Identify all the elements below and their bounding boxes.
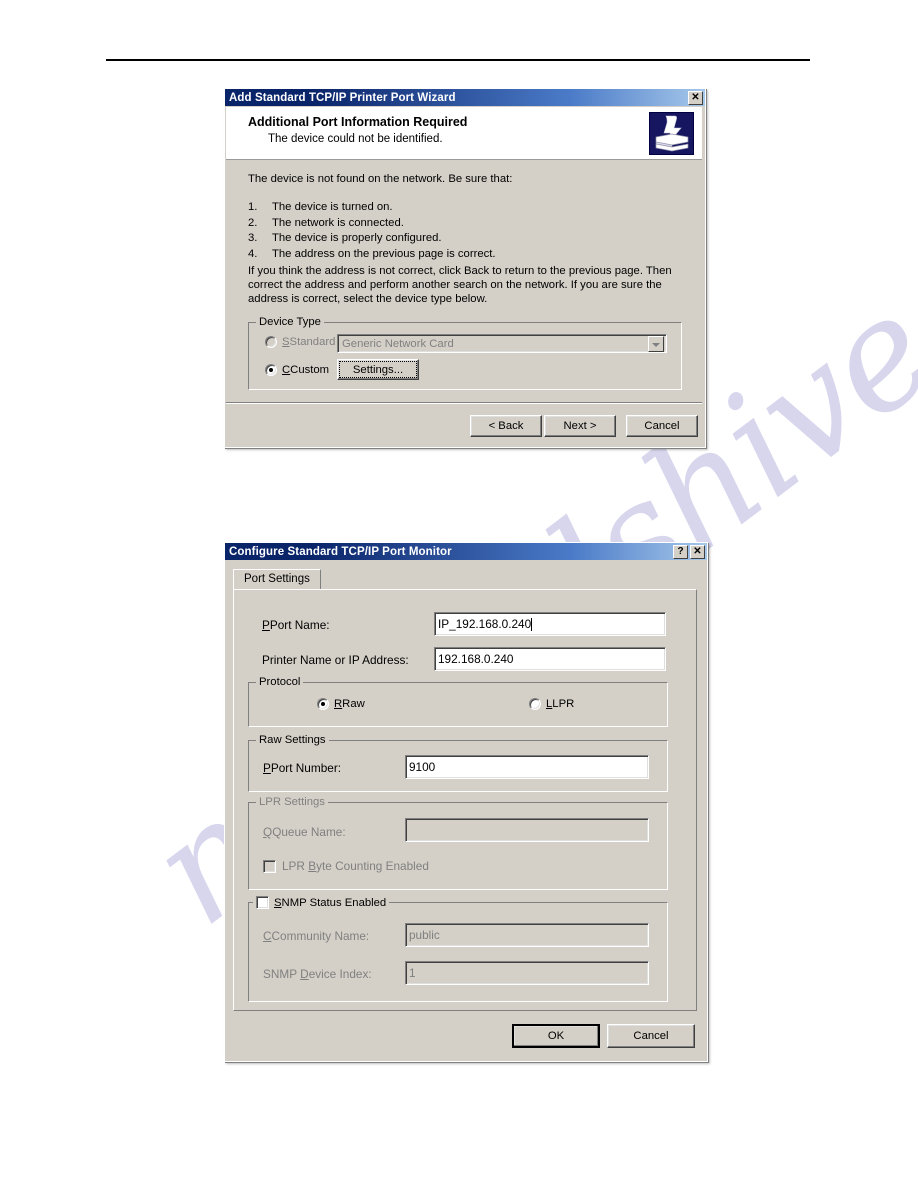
protocol-group: Protocol RRaw LLPR — [248, 676, 668, 727]
radio-lpr[interactable]: LLPR — [529, 698, 574, 710]
page-header-rule — [106, 59, 810, 61]
tabstrip: Port Settings — [233, 569, 697, 590]
tab-page-port-settings: PPort Name: IP_192.168.0.240 Printer Nam… — [233, 589, 697, 1011]
list-item: 1. The device is turned on. — [248, 200, 678, 216]
list-item-label: The network is connected. — [272, 216, 404, 229]
radio-standard-label: SStandard — [282, 336, 336, 348]
list-item-number: 1. — [248, 201, 258, 213]
standard-device-combo[interactable]: Generic Network Card — [337, 334, 667, 353]
device-type-legend: Device Type — [256, 316, 324, 328]
radio-raw-label: RRaw — [334, 698, 365, 710]
list-item-number: 4. — [248, 247, 258, 260]
printer-name-label-text: Printer Name or IP Address: — [262, 653, 409, 667]
lpr-settings-group: LPR Settings QQueue Name: LPR Byte Count… — [248, 796, 668, 890]
radio-custom[interactable]: CCustom — [265, 364, 329, 376]
port-number-input[interactable]: 9100 — [405, 755, 649, 779]
snmp-status-enabled-checkbox[interactable]: SNMP Status Enabled — [253, 896, 390, 909]
printer-name-value: 192.168.0.240 — [438, 652, 514, 666]
port-number-label: PPort Number: — [263, 761, 342, 775]
wizard-title: Add Standard TCP/IP Printer Port Wizard — [229, 91, 456, 104]
radio-raw-label-text: Raw — [342, 698, 365, 710]
wizard-checklist: 1. The device is turned on. 2. The netwo… — [248, 200, 678, 262]
printer-icon — [649, 112, 694, 155]
next-button[interactable]: Next > — [544, 415, 616, 437]
list-item-label: The address on the previous page is corr… — [272, 247, 496, 260]
queue-name-input — [405, 818, 649, 842]
list-item: 4. The address on the previous page is c… — [248, 247, 678, 263]
radio-custom-dot — [265, 364, 277, 376]
radio-custom-label: CCustom — [282, 364, 330, 376]
ok-button[interactable]: OK — [512, 1024, 600, 1048]
wizard-footer: < Back Next > Cancel — [226, 402, 702, 446]
close-icon[interactable]: ✕ — [688, 90, 703, 105]
queue-name-label: QQueue Name: — [263, 825, 346, 839]
community-name-label: CCommunity Name: — [263, 929, 370, 943]
chevron-down-icon[interactable] — [648, 335, 664, 352]
list-item-label: The device is properly configured. — [272, 232, 442, 244]
snmp-status-enabled-box — [256, 896, 269, 909]
wizard-intro-text: The device is not found on the network. … — [248, 173, 513, 185]
radio-custom-label-text: Custom — [290, 364, 330, 376]
list-item-number: 3. — [248, 232, 258, 244]
radio-lpr-dot — [529, 698, 541, 710]
radio-standard-dot — [265, 336, 277, 348]
lpr-byte-counting-checkbox: LPR Byte Counting Enabled — [263, 859, 429, 873]
port-name-value: IP_192.168.0.240 — [438, 617, 532, 631]
radio-raw[interactable]: RRaw — [317, 698, 365, 710]
snmp-device-index-input: 1 — [405, 961, 649, 985]
community-name-value: public — [409, 928, 440, 942]
help-icon[interactable]: ? — [673, 544, 688, 559]
lpr-settings-legend: LPR Settings — [256, 796, 328, 808]
list-item: 3. The device is properly configured. — [248, 231, 678, 247]
wizard-heading: Additional Port Information Required — [248, 115, 468, 129]
cancel-button[interactable]: Cancel — [607, 1024, 695, 1048]
wizard-subheading: The device could not be identified. — [268, 133, 443, 145]
snmp-group: SNMP Status Enabled CCommunity Name: pub… — [248, 896, 668, 1002]
standard-device-combo-value: Generic Network Card — [342, 337, 454, 350]
add-tcpip-printer-port-wizard-dialog: Add Standard TCP/IP Printer Port Wizard … — [224, 88, 706, 448]
back-button[interactable]: < Back — [470, 415, 542, 437]
radio-raw-dot — [317, 698, 329, 710]
list-item: 2. The network is connected. — [248, 216, 678, 232]
port-number-label-text: Port Number: — [270, 761, 342, 775]
text-caret — [531, 617, 533, 631]
list-item-number: 2. — [248, 216, 258, 229]
wizard-outro-text: If you think the address is not correct,… — [248, 265, 672, 305]
close-icon[interactable]: ✕ — [690, 544, 705, 559]
list-item-label: The device is turned on. — [272, 201, 393, 213]
printer-name-label: Printer Name or IP Address: — [262, 653, 409, 667]
protocol-legend: Protocol — [256, 676, 304, 688]
lpr-byte-counting-box — [263, 859, 276, 873]
device-type-group: Device Type SStandard Generic Network Ca… — [248, 316, 682, 390]
cancel-button[interactable]: Cancel — [626, 415, 698, 437]
wizard-titlebar: Add Standard TCP/IP Printer Port Wizard … — [225, 89, 705, 106]
settings-button[interactable]: Settings... — [337, 359, 419, 380]
lpr-byte-counting-label: LPR Byte Counting Enabled — [282, 859, 429, 873]
snmp-device-index-label: SNMP Device Index: — [263, 967, 372, 981]
port-name-label: PPort Name: — [262, 618, 330, 632]
raw-settings-legend: Raw Settings — [256, 734, 329, 746]
radio-standard-label-text: Standard — [289, 336, 336, 348]
wizard-header-banner: Additional Port Information Required The… — [226, 107, 702, 160]
raw-settings-group: Raw Settings PPort Number: 9100 — [248, 734, 668, 792]
tab-port-settings[interactable]: Port Settings — [233, 569, 321, 590]
radio-standard[interactable]: SStandard — [265, 336, 335, 348]
portmon-titlebar: Configure Standard TCP/IP Port Monitor ?… — [225, 543, 707, 560]
radio-lpr-label-text: LPR — [552, 698, 575, 710]
printer-name-input[interactable]: 192.168.0.240 — [434, 647, 666, 671]
portmon-title: Configure Standard TCP/IP Port Monitor — [229, 545, 452, 558]
community-name-input: public — [405, 923, 649, 947]
wizard-body: The device is not found on the network. … — [226, 160, 702, 403]
port-name-label-text: Port Name: — [269, 618, 330, 632]
configure-port-monitor-dialog: Configure Standard TCP/IP Port Monitor ?… — [224, 542, 708, 1062]
snmp-status-enabled-label: SNMP Status Enabled — [274, 896, 387, 909]
queue-name-label-text: Queue Name: — [272, 825, 346, 839]
radio-lpr-label: LLPR — [546, 698, 575, 710]
port-number-value: 9100 — [409, 760, 436, 774]
snmp-device-index-value: 1 — [409, 966, 416, 980]
port-name-input[interactable]: IP_192.168.0.240 — [434, 612, 666, 636]
community-name-label-text: Community Name: — [271, 929, 370, 943]
